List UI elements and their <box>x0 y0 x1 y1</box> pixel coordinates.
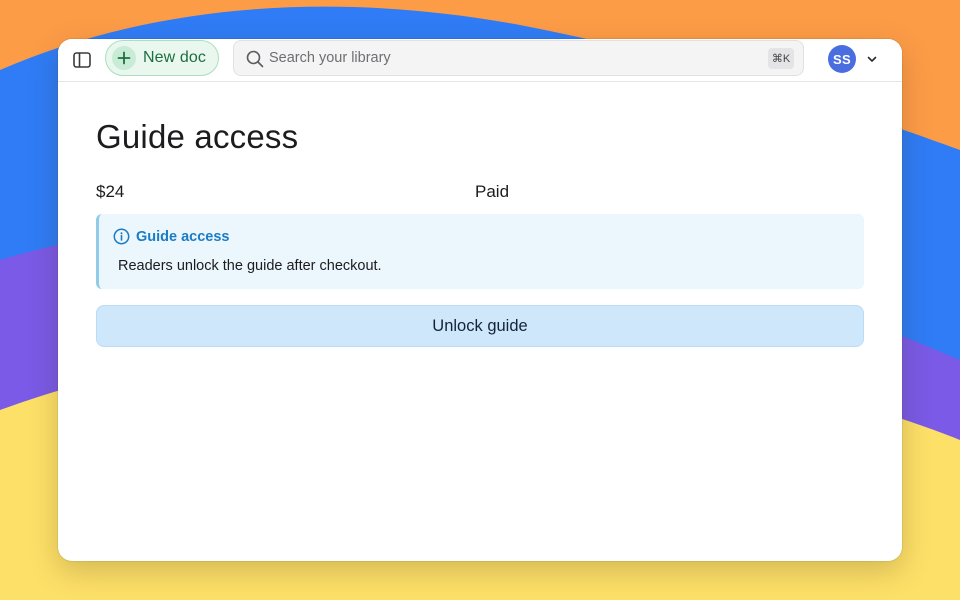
callout-title: Guide access <box>136 228 230 245</box>
callout-header: Guide access <box>113 228 230 245</box>
new-doc-button[interactable]: New doc <box>105 40 219 76</box>
page-title: Guide access <box>96 118 299 155</box>
app-window: New doc ⌘K SS Guide access $24 Paid <box>58 39 902 561</box>
info-callout: Guide access Readers unlock the guide af… <box>96 214 864 289</box>
payment-status: Paid <box>475 182 510 201</box>
avatar[interactable]: SS <box>828 45 856 73</box>
info-icon <box>113 228 130 245</box>
new-doc-label: New doc <box>143 49 206 66</box>
search-input[interactable] <box>269 41 759 75</box>
chevron-down-icon[interactable] <box>866 53 878 65</box>
plus-icon <box>112 46 136 70</box>
search-icon <box>246 50 264 68</box>
toolbar: New doc ⌘K SS <box>58 39 902 82</box>
search-shortcut-hint: ⌘K <box>768 48 794 69</box>
price-value: $24 <box>96 182 125 201</box>
search-box[interactable]: ⌘K <box>233 40 804 76</box>
sidebar-toggle-icon <box>73 52 91 68</box>
sidebar-toggle-button[interactable] <box>70 48 94 72</box>
account-menu[interactable]: SS <box>828 44 878 74</box>
unlock-guide-button[interactable]: Unlock guide <box>96 305 864 347</box>
callout-body: Readers unlock the guide after checkout. <box>118 258 382 274</box>
